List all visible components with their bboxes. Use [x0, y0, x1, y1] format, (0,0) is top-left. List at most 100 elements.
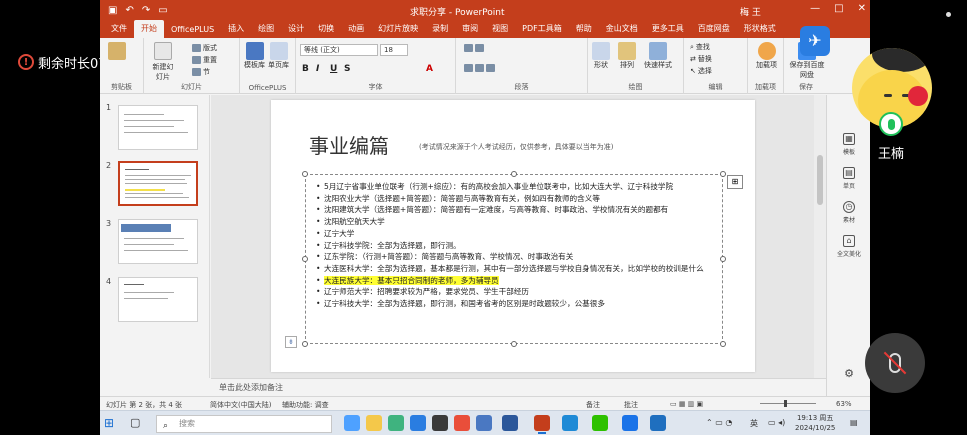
language-status[interactable]: 简体中文(中国大陆)	[210, 400, 271, 410]
windows-start-icon[interactable]: ⊞	[104, 416, 114, 430]
maximize-button[interactable]: □	[834, 3, 843, 14]
taskbar-app-12[interactable]	[622, 415, 638, 431]
close-button[interactable]: ✕	[858, 3, 866, 14]
task-view-icon[interactable]: ▢	[130, 416, 140, 429]
bullet-item[interactable]: 沈阳农业大学（选择题+简答题）：简答题与高等教育有关，例如四有教师的含义等	[316, 193, 716, 205]
tab-5[interactable]: 设计	[281, 20, 311, 38]
taskbar-app-4[interactable]	[410, 415, 426, 431]
powerpoint-icon[interactable]	[534, 415, 550, 434]
slide-title[interactable]: 事业编篇	[309, 130, 389, 159]
select-button[interactable]: ↖ 选择	[690, 66, 712, 76]
bullet-item[interactable]: 辽宁师范大学：招聘要求较为严格，要求党员、学生干部经历	[316, 286, 716, 298]
notification-icon[interactable]: ▤	[850, 418, 858, 427]
autofit-options-button[interactable]: ⇟	[285, 336, 297, 348]
taskbar-app-1[interactable]	[344, 415, 360, 431]
slide-thumbnail-1[interactable]	[118, 105, 198, 150]
tab-17[interactable]: 形状格式	[737, 20, 783, 38]
resize-handle[interactable]	[720, 256, 726, 262]
resize-handle[interactable]	[511, 171, 517, 177]
bullet-item[interactable]: 沈阳建筑大学（选择题+简答题）：简答题有一定难度，与高等教育、时事政治、学校情况…	[316, 204, 716, 216]
tab-12[interactable]: PDF工具箱	[515, 20, 569, 38]
quick-styles-button[interactable]: 快速样式	[644, 42, 672, 70]
resize-handle[interactable]	[511, 341, 517, 347]
taskbar-app-13[interactable]	[650, 415, 666, 431]
vertical-scrollbar[interactable]	[814, 95, 826, 378]
tab-3[interactable]: 插入	[221, 20, 251, 38]
scroll-thumb[interactable]	[817, 155, 823, 205]
paste-button[interactable]	[108, 42, 126, 60]
panel-template-button[interactable]: ▦ 模板	[827, 133, 870, 156]
tab-7[interactable]: 动画	[341, 20, 371, 38]
section-button[interactable]: 节	[192, 67, 210, 77]
tab-4[interactable]: 绘图	[251, 20, 281, 38]
font-size-select[interactable]: 18	[380, 44, 408, 56]
tray-icons[interactable]: ⌃ ▭ ◔	[706, 418, 732, 427]
present-icon[interactable]: ▭	[158, 5, 167, 16]
layout-button[interactable]: 版式	[192, 43, 217, 53]
panel-settings-button[interactable]: ⚙	[827, 367, 870, 380]
floating-app-icon[interactable]: ✈	[800, 26, 830, 56]
content-textbox[interactable]: 5月辽宁省事业单位联考（行测+综应）：有的高校会加入事业单位联考中，比如大连大学…	[302, 171, 726, 347]
accessibility-status[interactable]: 辅助功能: 调查	[282, 400, 329, 410]
user-name[interactable]: 梅 王	[740, 5, 761, 18]
slide-subtitle[interactable]: (考试情况来源于个人考试经历，仅供参考，具体要以当年为准)	[419, 142, 613, 152]
bullet-item[interactable]: 大连医科大学：全部为选择题，基本都是行测，其中有一部分选择题与学校自身情况有关，…	[316, 263, 716, 275]
redo-icon[interactable]: ↷	[142, 5, 150, 16]
bullet-item[interactable]: 辽宁科技大学：全部为选择题，即行测，和国考省考的区别是时政题较少，公基很多	[316, 298, 716, 310]
slide-thumbnail-4[interactable]	[118, 277, 198, 322]
current-slide[interactable]: 事业编篇 (考试情况来源于个人考试经历，仅供参考，具体要以当年为准) 5月辽宁省…	[271, 100, 755, 372]
addins-button[interactable]: 加载项	[756, 42, 777, 70]
view-buttons[interactable]: ▭ ▦ ▥ ▣	[670, 400, 703, 408]
file-explorer-icon[interactable]	[366, 415, 382, 431]
autosave-icon[interactable]: ▣	[108, 5, 117, 16]
italic-button[interactable]: I	[316, 64, 319, 74]
word-icon[interactable]	[502, 415, 518, 431]
mute-button[interactable]	[865, 333, 925, 393]
shadow-button[interactable]: S	[344, 64, 350, 74]
tab-1[interactable]: 开始	[134, 20, 164, 38]
notes-toggle[interactable]: 备注	[586, 400, 600, 410]
panel-beautify-button[interactable]: ⌂ 全文美化	[827, 235, 870, 258]
taskbar-clock[interactable]: 19:13 周五 2024/10/25	[795, 413, 835, 433]
font-color-button[interactable]: A	[426, 64, 433, 74]
panel-material-button[interactable]: ◷ 素材	[827, 201, 870, 224]
tab-13[interactable]: 帮助	[569, 20, 599, 38]
tab-9[interactable]: 录制	[425, 20, 455, 38]
align-button[interactable]	[464, 64, 495, 72]
bullet-item[interactable]: 辽宁科技学院：全部为选择题，即行测。	[316, 240, 716, 252]
bullets-button[interactable]	[464, 44, 484, 52]
bullet-item[interactable]: 沈阳航空航天大学	[316, 216, 716, 228]
bullet-item[interactable]: 5月辽宁省事业单位联考（行测+综应）：有的高校会加入事业单位联考中，比如大连大学…	[316, 181, 716, 193]
resize-handle[interactable]	[302, 256, 308, 262]
wechat-icon[interactable]	[592, 415, 608, 431]
tab-8[interactable]: 幻灯片放映	[371, 20, 425, 38]
layout-options-button[interactable]: ⊞	[727, 175, 743, 189]
replace-button[interactable]: ⇄ 替换	[690, 54, 712, 64]
new-slide-button[interactable]: 新建幻灯片	[150, 42, 176, 82]
ime-indicator[interactable]: 英	[750, 418, 758, 429]
edge-icon[interactable]	[562, 415, 578, 431]
bold-button[interactable]: B	[302, 64, 309, 74]
tab-10[interactable]: 审阅	[455, 20, 485, 38]
resize-handle[interactable]	[720, 341, 726, 347]
resize-handle[interactable]	[720, 171, 726, 177]
arrange-button[interactable]: 排列	[618, 42, 636, 70]
zoom-level[interactable]: 63%	[836, 400, 852, 408]
tab-14[interactable]: 金山文档	[599, 20, 645, 38]
bullet-item[interactable]: 辽宁大学	[316, 228, 716, 240]
bullet-item[interactable]: 辽东学院：（行测+简答题）：简答题与高等教育、学校情况、时事政治有关	[316, 251, 716, 263]
underline-button[interactable]: U	[330, 64, 337, 74]
template-library-button[interactable]: 模板库	[244, 42, 265, 70]
tab-6[interactable]: 切换	[311, 20, 341, 38]
tab-2[interactable]: OfficePLUS	[164, 22, 221, 38]
slide-thumbnail-2[interactable]	[118, 161, 198, 206]
notes-pane[interactable]: 单击此处添加备注	[211, 378, 826, 396]
taskbar-app-6[interactable]	[454, 415, 470, 431]
network-icon[interactable]: ▭ ◂)	[768, 418, 785, 427]
tab-11[interactable]: 视图	[485, 20, 515, 38]
single-page-button[interactable]: 单页库	[268, 42, 289, 70]
tab-0[interactable]: 文件	[104, 20, 134, 38]
panel-single-page-button[interactable]: ▤ 单页	[827, 167, 870, 190]
comments-toggle[interactable]: 批注	[624, 400, 638, 410]
resize-handle[interactable]	[302, 171, 308, 177]
